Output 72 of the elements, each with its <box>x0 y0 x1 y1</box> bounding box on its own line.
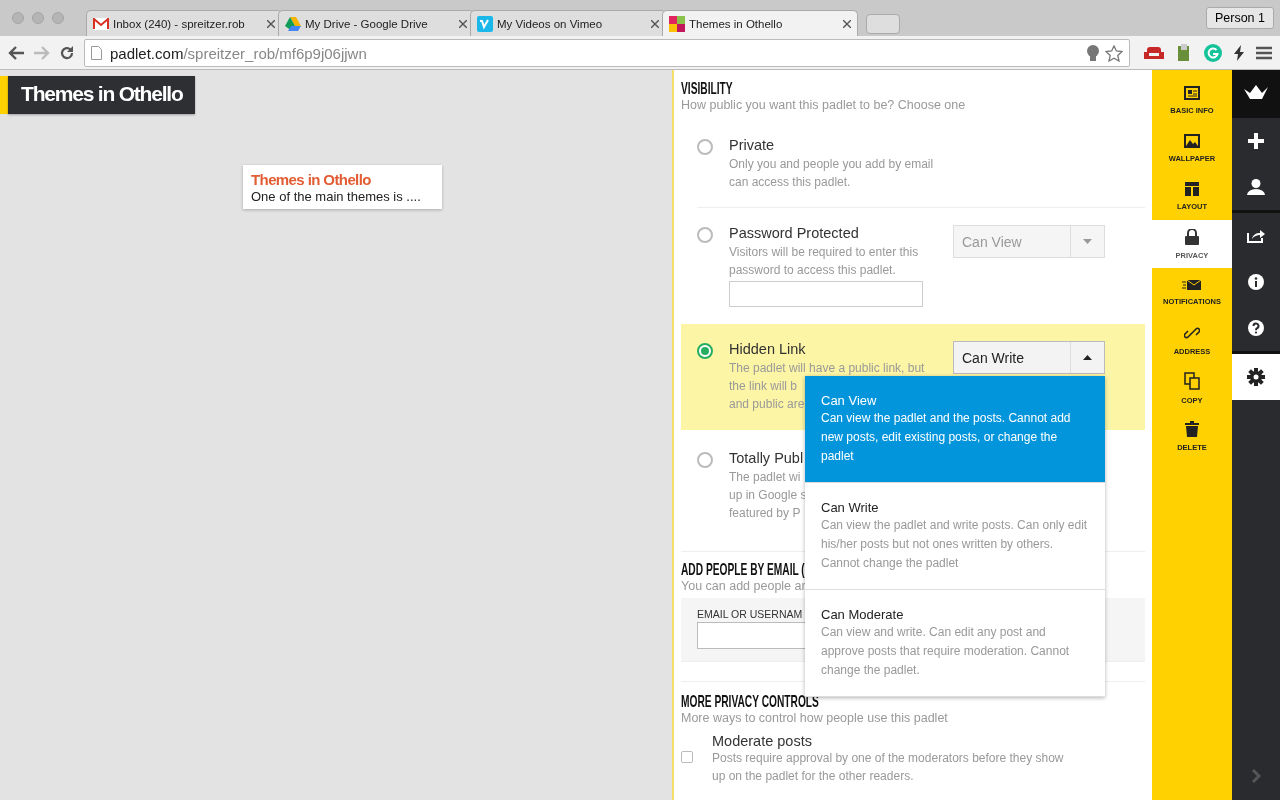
description-line: and public are <box>729 396 805 413</box>
radio-button[interactable] <box>697 139 713 155</box>
extension-icon[interactable] <box>1176 44 1192 62</box>
sofa-icon[interactable] <box>1144 46 1164 60</box>
image-icon <box>1184 133 1200 148</box>
option-description: Posts require approval by one of the moderators before they show up on the padlet for the other readers. <box>712 750 1064 785</box>
newspaper-icon <box>1184 85 1200 100</box>
section-subtitle: You can add people ar <box>681 579 806 593</box>
close-icon[interactable] <box>651 19 659 28</box>
radio-button[interactable] <box>697 227 713 243</box>
help-icon[interactable] <box>1248 320 1264 336</box>
envelope-icon <box>1182 278 1202 291</box>
menu-item[interactable]: Can Write Can view the padlet and write posts. Can only edit his/her posts but not ones written by others. Cannot change the padlet <box>805 483 1105 590</box>
option-label: Moderate posts <box>712 733 812 749</box>
description-line: The padlet will have a public link, but <box>729 360 925 377</box>
video-icon <box>477 15 493 32</box>
checkbox[interactable] <box>681 751 693 763</box>
info-icon[interactable] <box>1248 274 1264 290</box>
back-icon[interactable] <box>8 46 24 60</box>
profile-button[interactable]: Person 1 <box>1205 7 1274 29</box>
close-icon[interactable] <box>267 19 275 28</box>
browser-tab[interactable]: Themes in Othello <box>662 10 858 36</box>
password-field[interactable] <box>729 281 923 307</box>
description-line: featured by P <box>729 505 801 522</box>
reload-icon[interactable] <box>60 46 74 60</box>
menu-item[interactable]: Can Moderate Can view and write. Can edit any post and approve posts that require moderation. Cannot change the padlet. <box>805 590 1105 697</box>
grammar-check-icon[interactable] <box>1204 44 1222 62</box>
caret-down-icon <box>1083 239 1092 244</box>
lock-icon <box>1185 228 1199 245</box>
option-label: Totally Publ <box>729 450 804 466</box>
description-line: Only you and people you add by email <box>729 156 934 173</box>
close-icon[interactable] <box>459 19 467 28</box>
lightning-icon[interactable] <box>1234 45 1244 61</box>
caret-up-icon <box>1083 355 1092 360</box>
description-line: the link will b <box>729 378 798 395</box>
field-label: EMAIL OR USERNAM <box>697 608 803 620</box>
section-heading: VISIBILITY <box>681 79 733 98</box>
triangle-icon <box>285 16 301 31</box>
option-label: Hidden Link <box>729 341 806 357</box>
settings-icon[interactable] <box>1247 368 1265 386</box>
plus-icon[interactable] <box>1247 132 1265 150</box>
description-line: Visitors will be required to enter this <box>729 244 919 261</box>
post-body: One of the main themes is .... <box>251 189 422 204</box>
section-heading: ADD PEOPLE BY EMAIL ( <box>681 560 805 579</box>
radio-button[interactable] <box>697 343 713 359</box>
permission-dropdown[interactable]: Can Write <box>953 341 1105 374</box>
squares-icon <box>669 15 685 32</box>
radio-button[interactable] <box>697 452 713 468</box>
link-icon <box>1184 324 1200 341</box>
section-subtitle: More ways to control how people use this padlet <box>681 711 948 725</box>
option-label: Private <box>729 137 775 153</box>
description-line: password to access this padlet. <box>729 262 896 279</box>
description-line: The padlet wi <box>729 469 801 486</box>
person-icon[interactable] <box>1247 179 1265 195</box>
option-label: Password Protected <box>729 225 859 241</box>
description-line: can access this padlet. <box>729 174 851 191</box>
trash-icon <box>1185 420 1199 437</box>
menu-icon[interactable] <box>1256 46 1272 60</box>
page-icon <box>91 46 102 60</box>
padlet-title: Themes in Othello <box>8 76 195 114</box>
close-icon[interactable] <box>843 19 851 28</box>
star-icon[interactable] <box>1105 44 1123 62</box>
post-title: Themes in Othello <box>251 171 372 188</box>
url-field[interactable]: padlet.com/spreitzer_rob/mf6p9j06jjwn <box>84 39 1130 67</box>
title-accent <box>0 76 8 114</box>
share-icon[interactable] <box>1247 229 1265 243</box>
copy-icon <box>1184 371 1200 390</box>
layout-icon <box>1185 181 1199 196</box>
lightbulb-icon[interactable] <box>1087 45 1099 61</box>
envelope-icon <box>93 17 109 30</box>
section-subtitle: How public you want this padlet to be? Choose one <box>681 98 966 112</box>
post-card[interactable]: Themes in Othello One of the main themes is .... <box>243 165 442 209</box>
